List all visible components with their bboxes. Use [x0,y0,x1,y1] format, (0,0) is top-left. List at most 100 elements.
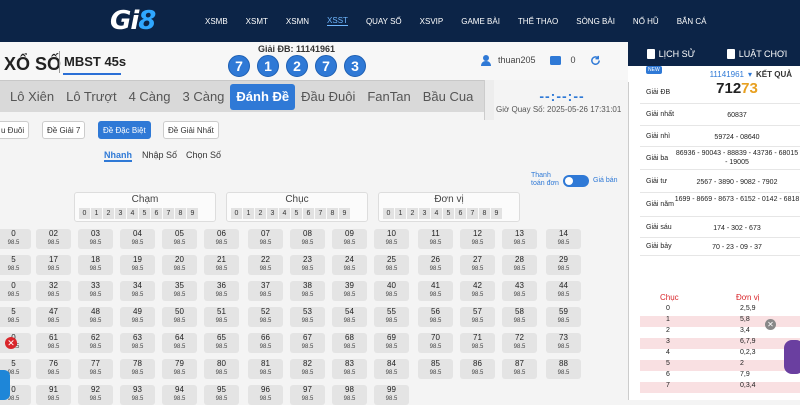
number-cell[interactable]: 49 98.5 [120,307,155,327]
number-cell[interactable]: 61 98.5 [36,333,71,353]
number-cell[interactable]: 5 98.5 [0,307,31,327]
number-cell[interactable]: 48 98.5 [78,307,113,327]
tab-history[interactable]: LỊCH SỬ [628,49,714,59]
nav-item-9[interactable]: NỔ HŨ [633,17,659,26]
number-cell[interactable]: 78 98.5 [120,359,155,379]
digit-button[interactable]: 8 [175,208,186,219]
digit-button[interactable]: 1 [243,208,254,219]
digit-button[interactable]: 5 [139,208,150,219]
digit-button[interactable]: 6 [151,208,162,219]
number-cell[interactable]: 95 98.5 [204,385,239,405]
tab-3[interactable]: 3 Càng [176,84,230,110]
number-cell[interactable]: 23 98.5 [290,255,325,275]
number-cell[interactable]: 92 98.5 [78,385,113,405]
digit-button[interactable]: 7 [467,208,478,219]
digit-button[interactable]: 4 [431,208,442,219]
number-cell[interactable]: 08 98.5 [290,229,325,249]
number-cell[interactable]: 10 98.5 [374,229,409,249]
digit-button[interactable]: 6 [455,208,466,219]
number-cell[interactable]: 97 98.5 [290,385,325,405]
number-cell[interactable]: 29 98.5 [546,255,581,275]
digit-button[interactable]: 4 [279,208,290,219]
tabs-scrollbar[interactable] [484,80,494,120]
digit-button[interactable]: 3 [115,208,126,219]
number-cell[interactable]: 83 98.5 [332,359,367,379]
digit-button[interactable]: 6 [303,208,314,219]
close-icon[interactable]: ✕ [5,337,17,349]
number-cell[interactable]: 18 98.5 [78,255,113,275]
number-cell[interactable]: 79 98.5 [162,359,197,379]
nav-item-5[interactable]: XSVIP [420,17,444,26]
nav-item-4[interactable]: QUAY SỐ [366,17,402,26]
number-cell[interactable]: 55 98.5 [374,307,409,327]
number-cell[interactable]: 59 98.5 [546,307,581,327]
number-cell[interactable]: 39 98.5 [332,281,367,301]
number-cell[interactable]: 56 98.5 [418,307,453,327]
nav-item-6[interactable]: GAME BÀI [461,17,500,26]
digit-button[interactable]: 0 [79,208,90,219]
number-cell[interactable]: 85 98.5 [418,359,453,379]
number-cell[interactable]: 43 98.5 [502,281,537,301]
sub-tab-de-dac-biet[interactable]: Đề Đặc Biệt [98,121,151,139]
mode-chon-so[interactable]: Chọn Số [186,150,221,160]
number-cell[interactable]: 66 98.5 [248,333,283,353]
tab-5[interactable]: Đầu Đuôi [295,84,361,110]
nav-item-7[interactable]: THỂ THAO [518,17,558,26]
game-name[interactable]: MBST 45s [64,54,126,69]
digit-button[interactable]: 3 [267,208,278,219]
refresh-icon[interactable] [590,55,601,66]
number-cell[interactable]: 21 98.5 [204,255,239,275]
number-cell[interactable]: 19 98.5 [120,255,155,275]
number-cell[interactable]: 63 98.5 [120,333,155,353]
number-cell[interactable]: 53 98.5 [290,307,325,327]
nav-item-8[interactable]: SÒNG BÀI [576,17,615,26]
sub-tab-de-giai-nhat[interactable]: Đề Giải Nhất [163,121,219,139]
tab-6[interactable]: FanTan [361,84,416,110]
number-cell[interactable]: 86 98.5 [460,359,495,379]
number-cell[interactable]: 93 98.5 [120,385,155,405]
number-cell[interactable]: 28 98.5 [502,255,537,275]
number-cell[interactable]: 34 98.5 [120,281,155,301]
number-cell[interactable]: 42 98.5 [460,281,495,301]
number-cell[interactable]: 81 98.5 [248,359,283,379]
number-cell[interactable]: 88 98.5 [546,359,581,379]
number-cell[interactable]: 99 98.5 [374,385,409,405]
number-cell[interactable]: 84 98.5 [374,359,409,379]
number-cell[interactable]: 26 98.5 [418,255,453,275]
number-cell[interactable]: 33 98.5 [78,281,113,301]
number-cell[interactable]: 69 98.5 [374,333,409,353]
number-cell[interactable]: 37 98.5 [248,281,283,301]
number-cell[interactable]: 07 98.5 [248,229,283,249]
number-cell[interactable]: 05 98.5 [162,229,197,249]
tab-0[interactable]: Lô Xiên [4,84,60,110]
digit-button[interactable]: 7 [315,208,326,219]
digit-button[interactable]: 1 [395,208,406,219]
digit-button[interactable]: 0 [383,208,394,219]
number-cell[interactable]: 98 98.5 [332,385,367,405]
number-cell[interactable]: 03 98.5 [78,229,113,249]
digit-button[interactable]: 5 [291,208,302,219]
number-cell[interactable]: 44 98.5 [546,281,581,301]
number-cell[interactable]: 098.5 [0,281,31,301]
nav-item-2[interactable]: XSMN [286,17,309,26]
nav-item-10[interactable]: BẮN CÁ [677,17,707,26]
nav-item-1[interactable]: XSMT [246,17,268,26]
number-cell[interactable]: 02 98.5 [36,229,71,249]
number-cell[interactable]: 27 98.5 [460,255,495,275]
number-cell[interactable]: 80 98.5 [204,359,239,379]
tab-rules[interactable]: LUẬT CHƠI [714,49,800,59]
number-cell[interactable]: 77 98.5 [78,359,113,379]
number-cell[interactable]: 65 98.5 [204,333,239,353]
tab-1[interactable]: Lô Trượt [60,84,122,110]
number-cell[interactable]: 11 98.5 [418,229,453,249]
number-cell[interactable]: 06 98.5 [204,229,239,249]
number-cell[interactable]: 14 98.5 [546,229,581,249]
nav-item-0[interactable]: XSMB [205,17,228,26]
digit-button[interactable]: 5 [443,208,454,219]
digit-button[interactable]: 7 [163,208,174,219]
number-cell[interactable]: 64 98.5 [162,333,197,353]
digit-button[interactable]: 9 [187,208,198,219]
sub-tab-de-giai-7[interactable]: Đề Giải 7 [42,121,86,139]
number-cell[interactable]: 12 98.5 [460,229,495,249]
number-cell[interactable]: 22 98.5 [248,255,283,275]
